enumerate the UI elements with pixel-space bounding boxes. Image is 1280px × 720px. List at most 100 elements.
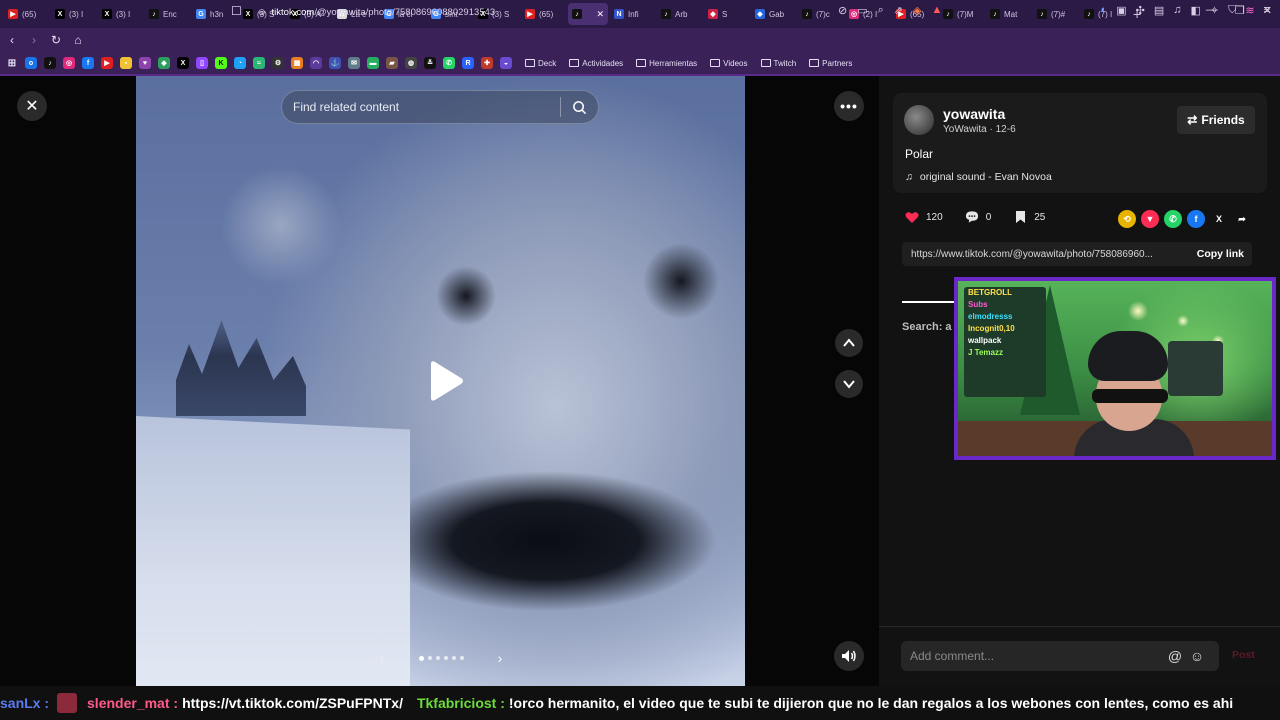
bookmark-icon[interactable]: ⚙ xyxy=(272,57,284,69)
bookmark-icon[interactable]: ✚ xyxy=(481,57,493,69)
more-options-button[interactable]: ••• xyxy=(834,91,864,121)
bookmark-icon[interactable]: ◒ xyxy=(500,57,512,69)
whatsapp-icon[interactable]: ✆ xyxy=(1164,210,1182,228)
carousel-dot[interactable] xyxy=(418,655,424,661)
cast-icon[interactable]: ▭ xyxy=(857,4,867,17)
carousel-dot[interactable] xyxy=(451,656,456,660)
instagram-icon[interactable]: ◎ xyxy=(63,57,75,69)
bookmark-icon[interactable]: ⚓ xyxy=(329,57,341,69)
browser-tab[interactable]: ♪ (7)M xyxy=(939,3,984,25)
puzzle-icon[interactable]: ✣ xyxy=(1136,4,1145,17)
extension-icon[interactable]: ▣ xyxy=(1116,4,1126,17)
carousel-dot[interactable] xyxy=(443,656,448,660)
browser-tab[interactable]: ▶ (65) xyxy=(521,3,566,25)
bookmark-icon[interactable]: ◆ xyxy=(158,57,170,69)
whatsapp-icon[interactable]: ✆ xyxy=(443,57,455,69)
facebook-icon[interactable]: f xyxy=(82,57,94,69)
browser-tab[interactable]: X (3) I xyxy=(51,3,96,25)
author-username[interactable]: yowawita xyxy=(943,106,1005,122)
search-icon[interactable] xyxy=(561,100,597,115)
avatar[interactable] xyxy=(904,105,934,135)
friends-button[interactable]: ⇄ Friends xyxy=(1177,106,1255,134)
bookmark-icon[interactable]: ▪ xyxy=(120,57,132,69)
close-tab-icon[interactable]: ✕ xyxy=(596,9,604,20)
carousel-dot[interactable] xyxy=(427,656,432,660)
home-icon[interactable]: ⌂ xyxy=(68,33,88,47)
browser-tab[interactable]: ◆ S xyxy=(704,3,749,25)
previous-post-button[interactable] xyxy=(835,329,863,357)
bookmark-icon[interactable]: R xyxy=(462,57,474,69)
browser-tab[interactable]: N Infi xyxy=(610,3,655,25)
emoji-icon[interactable]: ☺ xyxy=(1189,648,1205,664)
save-button[interactable] xyxy=(1013,210,1027,224)
browser-tab[interactable]: X (3) I xyxy=(98,3,143,25)
back-icon[interactable]: ‹ xyxy=(2,33,22,47)
reload-icon[interactable]: ↻ xyxy=(46,33,66,47)
carousel-dot[interactable] xyxy=(459,656,464,660)
share-page-icon[interactable]: ⇗ xyxy=(894,4,903,17)
bookmark-folder[interactable]: Partners xyxy=(809,59,852,68)
kick-icon[interactable]: K xyxy=(215,57,227,69)
zoom-icon[interactable]: ⌕ xyxy=(878,4,884,17)
bookmark-folder[interactable]: Videos xyxy=(710,59,748,68)
mention-icon[interactable]: @ xyxy=(1167,648,1183,664)
bookmark-folder[interactable]: Twitch xyxy=(760,59,796,68)
facebook-icon[interactable]: f xyxy=(1187,210,1205,228)
bookmark-folder[interactable]: Herramientas xyxy=(636,59,697,68)
tracking-off-icon[interactable]: ⊘ xyxy=(838,4,847,17)
post-link[interactable]: https://www.tiktok.com/@yowawita/photo/7… xyxy=(902,249,1180,260)
menu-icon[interactable]: ≡ xyxy=(1264,4,1270,17)
bookmark-icon[interactable]: o xyxy=(25,57,37,69)
browser-tab[interactable]: ♪ (7)c xyxy=(798,3,843,25)
apps-grid-icon[interactable]: ⊞ xyxy=(6,57,18,69)
bookmark-icon[interactable]: ◔ xyxy=(234,57,246,69)
related-search-input[interactable] xyxy=(282,100,560,114)
browser-tab[interactable]: ▶ (65) xyxy=(4,3,49,25)
forward-icon[interactable]: › xyxy=(24,33,44,47)
comment-button[interactable] xyxy=(965,210,979,224)
music-icon[interactable]: ♫ xyxy=(1173,4,1181,17)
bookmark-folder[interactable]: Deck xyxy=(525,59,556,68)
site-info-icon[interactable]: ⊜ xyxy=(258,7,266,18)
repost-icon[interactable]: ⟲ xyxy=(1118,210,1136,228)
post-comment-button[interactable]: Post xyxy=(1232,649,1255,661)
x-icon[interactable]: X xyxy=(177,57,189,69)
youtube-icon[interactable]: ▶ xyxy=(101,57,113,69)
sound-link[interactable]: ♫ original sound - Evan Novoa xyxy=(905,171,1052,183)
browser-tab[interactable]: ♪ Mat xyxy=(986,3,1031,25)
vpn-icon[interactable]: ⛉ xyxy=(1228,4,1236,17)
share-icon[interactable]: ➦ xyxy=(1233,210,1251,228)
shield-icon[interactable]: ◈ xyxy=(913,4,921,17)
bookmark-icon[interactable]: ▰ xyxy=(386,57,398,69)
bookmark-icon[interactable]: ≈ xyxy=(253,57,265,69)
twitch-icon[interactable]: ▯ xyxy=(196,57,208,69)
send-icon[interactable]: ▼ xyxy=(1141,210,1159,228)
carousel-dot[interactable] xyxy=(435,656,440,660)
volume-button[interactable] xyxy=(834,641,864,671)
bookmark-page-icon[interactable]: ☐ xyxy=(231,4,242,18)
sidebar-icon[interactable]: ▤ xyxy=(1154,4,1164,17)
next-post-button[interactable] xyxy=(835,370,863,398)
copy-link-button[interactable]: Copy link xyxy=(1197,248,1252,260)
close-viewer-button[interactable]: ✕ xyxy=(17,91,47,121)
bookmark-icon[interactable]: ≚ xyxy=(424,57,436,69)
url-field[interactable]: ⊜ tiktok.com/@yowawita/photo/75808696088… xyxy=(258,3,495,21)
browser-tab[interactable]: ◆ Gab xyxy=(751,3,796,25)
carousel-prev-button[interactable]: ‹ xyxy=(369,645,395,671)
browser-tab[interactable]: ♪ (7)# xyxy=(1033,3,1078,25)
leo-icon[interactable]: ✧ xyxy=(1210,4,1219,17)
wallet-icon[interactable]: ◧ xyxy=(1190,4,1200,17)
bookmark-icon[interactable]: ▬ xyxy=(367,57,379,69)
bookmark-icon[interactable]: ◍ xyxy=(405,57,417,69)
comment-input[interactable] xyxy=(901,649,1161,663)
browser-tab[interactable]: ♪ Arb xyxy=(657,3,702,25)
browser-tab[interactable]: ♪ ✕ xyxy=(568,3,608,25)
theme-icon[interactable]: ≋ xyxy=(1245,4,1254,17)
search-hint[interactable]: Search: a xyxy=(902,321,952,333)
bookmark-icon[interactable]: ◠ xyxy=(310,57,322,69)
tiktok-icon[interactable]: ♪ xyxy=(44,57,56,69)
bookmark-icon[interactable]: ▦ xyxy=(291,57,303,69)
extension-icon[interactable]: ◐ xyxy=(1101,4,1108,17)
x-icon[interactable]: X xyxy=(1210,210,1228,228)
browser-tab[interactable]: ♪ Enc xyxy=(145,3,190,25)
